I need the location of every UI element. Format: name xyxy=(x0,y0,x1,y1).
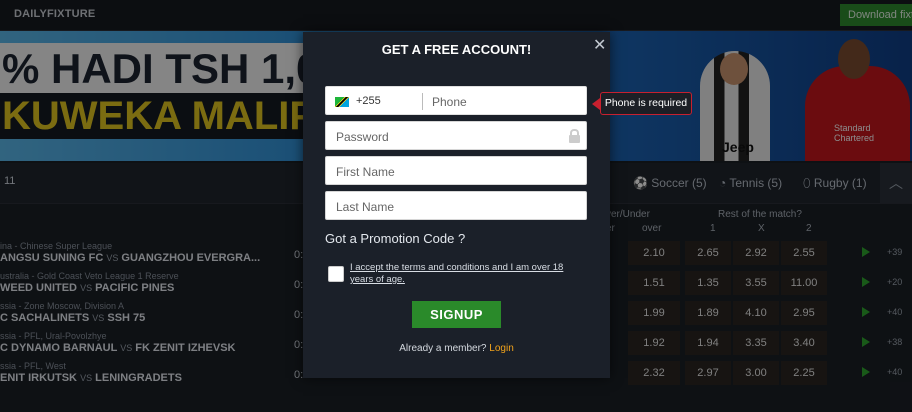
first-name-input[interactable] xyxy=(334,157,578,186)
phone-country-code[interactable]: +255 xyxy=(356,95,381,107)
phone-error-tooltip: Phone is required xyxy=(600,92,692,115)
phone-divider xyxy=(422,93,423,110)
modal-title: GET A FREE ACCOUNT! xyxy=(381,42,532,57)
already-member-text: Already a member? Login xyxy=(303,343,610,354)
promo-code-link[interactable]: Got a Promotion Code ? xyxy=(325,231,465,246)
password-field xyxy=(325,121,587,151)
last-name-input[interactable] xyxy=(334,192,578,221)
phone-input[interactable] xyxy=(430,87,584,116)
lock-icon xyxy=(569,129,580,143)
login-link[interactable]: Login xyxy=(489,343,513,354)
signup-modal: GET A FREE ACCOUNT! ✕ +255 Got a Promoti… xyxy=(303,32,610,378)
last-name-field xyxy=(325,191,587,221)
tanzania-flag-icon[interactable] xyxy=(335,97,349,107)
password-input[interactable] xyxy=(334,122,558,151)
first-name-field xyxy=(325,156,587,186)
phone-field: +255 xyxy=(325,86,587,116)
close-icon[interactable]: ✕ xyxy=(593,35,606,55)
signup-button[interactable]: SIGNUP xyxy=(412,301,501,328)
terms-checkbox[interactable] xyxy=(328,266,344,282)
already-member-label: Already a member? xyxy=(399,343,487,354)
tooltip-arrow xyxy=(592,98,600,110)
terms-link[interactable]: I accept the terms and conditions and I … xyxy=(350,262,580,286)
